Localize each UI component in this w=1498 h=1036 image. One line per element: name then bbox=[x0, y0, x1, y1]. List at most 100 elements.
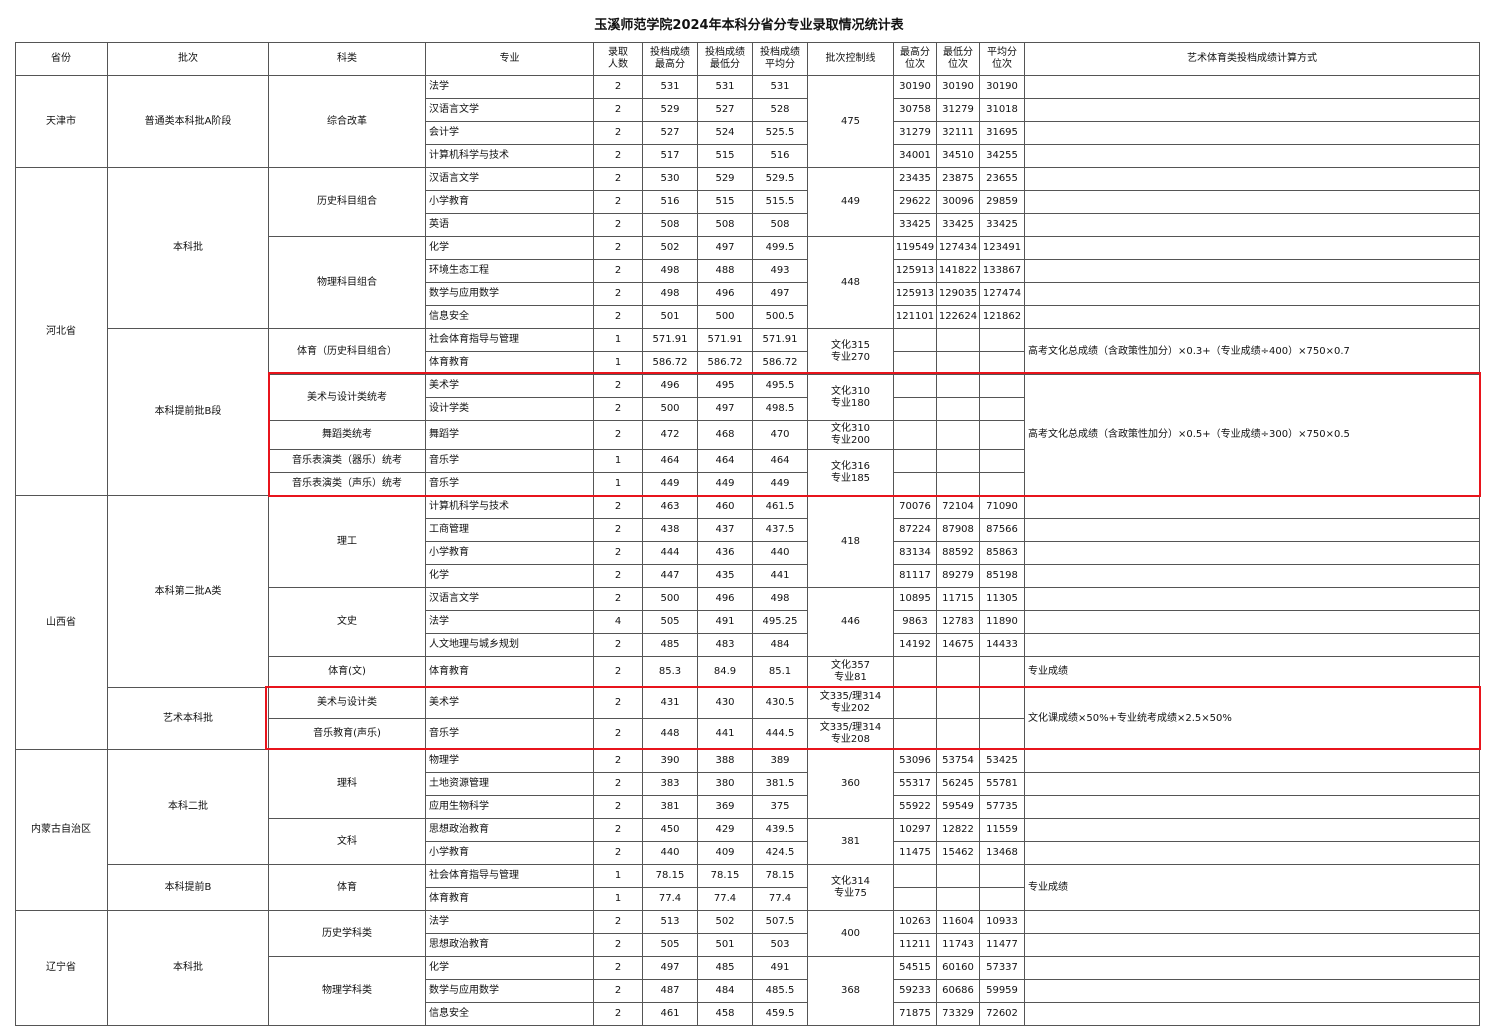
count-cell: 2 bbox=[594, 1003, 643, 1026]
province-cell: 山西省 bbox=[15, 496, 108, 750]
min-rank-cell: 87908 bbox=[937, 519, 980, 542]
min-rank-cell bbox=[937, 398, 980, 421]
max-score-cell: 500 bbox=[643, 398, 698, 421]
min-score-cell: 497 bbox=[698, 237, 753, 260]
avg-rank-cell: 30190 bbox=[980, 76, 1025, 99]
category-cell: 理科 bbox=[269, 750, 426, 819]
avg-score-cell: 508 bbox=[753, 214, 808, 237]
calc-method-cell bbox=[1025, 911, 1480, 934]
calc-method-cell bbox=[1025, 980, 1480, 1003]
calc-method-cell bbox=[1025, 306, 1480, 329]
avg-score-cell: 437.5 bbox=[753, 519, 808, 542]
min-rank-cell: 89279 bbox=[937, 565, 980, 588]
min-rank-cell bbox=[937, 719, 980, 750]
avg-score-cell: 497 bbox=[753, 283, 808, 306]
avg-score-cell: 500.5 bbox=[753, 306, 808, 329]
count-cell: 2 bbox=[594, 260, 643, 283]
category-cell: 文史 bbox=[269, 588, 426, 657]
header-cell: 批次控制线 bbox=[808, 42, 894, 76]
avg-rank-cell bbox=[980, 473, 1025, 496]
calc-method-cell bbox=[1025, 634, 1480, 657]
count-cell: 2 bbox=[594, 934, 643, 957]
calc-method-cell bbox=[1025, 283, 1480, 306]
min-rank-cell bbox=[937, 688, 980, 719]
max-rank-cell: 55922 bbox=[894, 796, 937, 819]
count-cell: 2 bbox=[594, 496, 643, 519]
major-cell: 思想政治教育 bbox=[426, 934, 594, 957]
major-cell: 体育教育 bbox=[426, 657, 594, 688]
avg-rank-cell: 23655 bbox=[980, 168, 1025, 191]
header-cell: 省份 bbox=[15, 42, 108, 76]
avg-score-cell: 495.5 bbox=[753, 375, 808, 398]
major-cell: 法学 bbox=[426, 611, 594, 634]
control-line-cell: 475 bbox=[808, 76, 894, 168]
max-score-cell: 487 bbox=[643, 980, 698, 1003]
count-cell: 2 bbox=[594, 980, 643, 1003]
min-score-cell: 441 bbox=[698, 719, 753, 750]
count-cell: 2 bbox=[594, 283, 643, 306]
max-score-cell: 450 bbox=[643, 819, 698, 842]
min-rank-cell bbox=[937, 329, 980, 352]
province-cell: 天津市 bbox=[15, 76, 108, 168]
max-rank-cell: 53096 bbox=[894, 750, 937, 773]
avg-score-cell: 78.15 bbox=[753, 865, 808, 888]
major-cell: 化学 bbox=[426, 237, 594, 260]
max-score-cell: 529 bbox=[643, 99, 698, 122]
max-score-cell: 381 bbox=[643, 796, 698, 819]
header-cell: 批次 bbox=[108, 42, 269, 76]
max-score-cell: 500 bbox=[643, 588, 698, 611]
min-rank-cell bbox=[937, 352, 980, 375]
count-cell: 2 bbox=[594, 750, 643, 773]
control-line-cell: 449 bbox=[808, 168, 894, 237]
province-cell: 辽宁省 bbox=[15, 911, 108, 1026]
min-score-cell: 495 bbox=[698, 375, 753, 398]
header-cell: 艺术体育类投档成绩计算方式 bbox=[1025, 42, 1480, 76]
max-rank-cell: 34001 bbox=[894, 145, 937, 168]
count-cell: 2 bbox=[594, 688, 643, 719]
control-line-cell: 文化315 专业270 bbox=[808, 329, 894, 375]
major-cell: 应用生物科学 bbox=[426, 796, 594, 819]
min-rank-cell bbox=[937, 450, 980, 473]
max-rank-cell: 54515 bbox=[894, 957, 937, 980]
category-cell: 音乐表演类（声乐）统考 bbox=[269, 473, 426, 496]
category-cell: 美术与设计类统考 bbox=[269, 375, 426, 421]
min-rank-cell: 31279 bbox=[937, 99, 980, 122]
calc-method-cell bbox=[1025, 260, 1480, 283]
calc-method-cell bbox=[1025, 214, 1480, 237]
max-rank-cell: 125913 bbox=[894, 260, 937, 283]
avg-score-cell: 424.5 bbox=[753, 842, 808, 865]
min-score-cell: 77.4 bbox=[698, 888, 753, 911]
major-cell: 化学 bbox=[426, 957, 594, 980]
control-line-cell: 381 bbox=[808, 819, 894, 865]
avg-score-cell: 493 bbox=[753, 260, 808, 283]
min-rank-cell: 56245 bbox=[937, 773, 980, 796]
avg-score-cell: 464 bbox=[753, 450, 808, 473]
batch-cell: 本科批 bbox=[108, 911, 269, 1026]
major-cell: 计算机科学与技术 bbox=[426, 145, 594, 168]
category-cell: 理工 bbox=[269, 496, 426, 588]
major-cell: 思想政治教育 bbox=[426, 819, 594, 842]
max-score-cell: 449 bbox=[643, 473, 698, 496]
count-cell: 2 bbox=[594, 519, 643, 542]
count-cell: 2 bbox=[594, 719, 643, 750]
min-score-cell: 435 bbox=[698, 565, 753, 588]
min-score-cell: 508 bbox=[698, 214, 753, 237]
count-cell: 2 bbox=[594, 565, 643, 588]
avg-rank-cell: 13468 bbox=[980, 842, 1025, 865]
max-rank-cell bbox=[894, 688, 937, 719]
major-cell: 计算机科学与技术 bbox=[426, 496, 594, 519]
major-cell: 英语 bbox=[426, 214, 594, 237]
avg-rank-cell: 14433 bbox=[980, 634, 1025, 657]
control-line-cell: 文化357 专业81 bbox=[808, 657, 894, 688]
category-cell: 体育（历史科目组合） bbox=[269, 329, 426, 375]
min-score-cell: 515 bbox=[698, 145, 753, 168]
max-rank-cell: 33425 bbox=[894, 214, 937, 237]
max-rank-cell bbox=[894, 398, 937, 421]
avg-rank-cell: 85198 bbox=[980, 565, 1025, 588]
max-rank-cell: 10895 bbox=[894, 588, 937, 611]
avg-rank-cell bbox=[980, 865, 1025, 888]
min-score-cell: 409 bbox=[698, 842, 753, 865]
max-score-cell: 571.91 bbox=[643, 329, 698, 352]
avg-score-cell: 515.5 bbox=[753, 191, 808, 214]
min-score-cell: 468 bbox=[698, 421, 753, 450]
